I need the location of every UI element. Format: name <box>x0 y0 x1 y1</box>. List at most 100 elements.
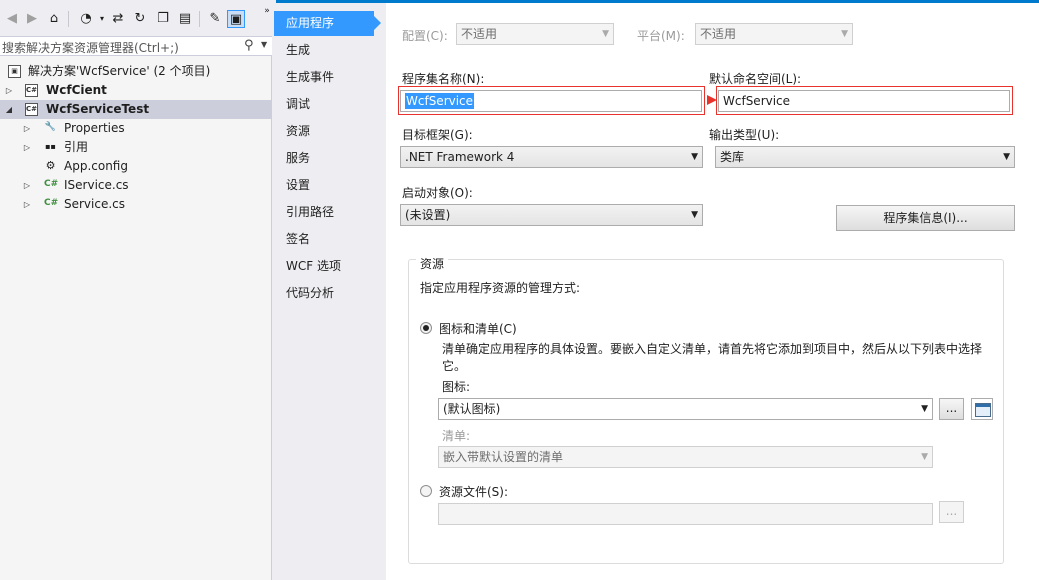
nav-services[interactable]: 服务 <box>276 146 372 171</box>
icon-manifest-radio-label[interactable]: 图标和清单(C) <box>439 320 517 337</box>
tree-item-service[interactable]: ▷ C# Service.cs <box>0 195 271 214</box>
resource-file-browse-button[interactable]: ... <box>939 501 964 523</box>
chevron-down-icon: ▼ <box>921 404 928 414</box>
back-icon[interactable]: ◀ <box>3 10 21 28</box>
platform-select[interactable]: 不适用 ▼ <box>695 23 853 45</box>
project-properties: 应用程序 生成 生成事件 调试 资源 服务 设置 引用路径 签名 WCF 选项 … <box>274 0 1039 580</box>
tree-item-label: Service.cs <box>64 197 126 211</box>
icon-manifest-radio[interactable] <box>420 322 432 334</box>
icon-preview-icon <box>971 398 993 420</box>
solution-icon: ▣ <box>8 65 21 78</box>
application-page: 配置(C): 不适用 ▼ 平台(M): 不适用 ▼ 程序集名称(N): WcfS… <box>386 3 1039 580</box>
chevron-down-icon: ▼ <box>1003 152 1010 162</box>
tree-item-wcfservicetest[interactable]: ◢ C# WcfServiceTest <box>0 100 271 119</box>
nav-build[interactable]: 生成 <box>276 38 372 63</box>
expand-arrow-icon[interactable]: ▷ <box>22 195 32 214</box>
target-framework-label: 目标框架(G): <box>402 128 473 142</box>
toolbar-separator <box>199 11 200 27</box>
startup-object-select[interactable]: (未设置) ▼ <box>400 204 703 226</box>
assembly-name-label: 程序集名称(N): <box>402 72 485 86</box>
platform-value: 不适用 <box>700 27 737 41</box>
csharp-file-icon: C# <box>44 198 59 208</box>
tree-item-wcfcient[interactable]: ▷ C# WcfCient <box>0 81 271 100</box>
solution-explorer-search[interactable]: 搜索解决方案资源管理器(Ctrl+;) ⚲ ▼ <box>0 36 272 56</box>
target-framework-value: .NET Framework 4 <box>405 150 515 164</box>
forward-icon[interactable]: ▶ <box>23 10 41 28</box>
tree-item-properties[interactable]: ▷ 🔧 Properties <box>0 119 271 138</box>
icon-select[interactable]: (默认图标) ▼ <box>438 398 933 420</box>
platform-label: 平台(M): <box>637 29 685 43</box>
nav-signing[interactable]: 签名 <box>276 227 372 252</box>
csharp-project-icon: C# <box>25 103 38 116</box>
nav-application[interactable]: 应用程序 <box>274 11 381 36</box>
resources-group-title: 资源 <box>416 255 449 272</box>
nav-debug[interactable]: 调试 <box>276 92 372 117</box>
chevron-down-icon: ▼ <box>691 152 698 162</box>
manifest-value: 嵌入带默认设置的清单 <box>443 450 564 464</box>
nav-settings[interactable]: 设置 <box>276 173 372 198</box>
refresh-icon[interactable]: ↻ <box>131 10 149 28</box>
chevron-down-icon: ▼ <box>691 210 698 220</box>
icon-value: (默认图标) <box>443 402 501 416</box>
nav-reference-paths[interactable]: 引用路径 <box>276 200 372 225</box>
tree-item-app-config[interactable]: ⚙ App.config <box>0 157 271 176</box>
assembly-info-button[interactable]: 程序集信息(I)... <box>836 205 1015 231</box>
resource-file-radio[interactable] <box>420 485 432 497</box>
config-value: 不适用 <box>461 27 498 41</box>
preview-selected-icon[interactable]: ▣ <box>227 10 245 28</box>
tree-item-label: WcfCient <box>46 83 107 97</box>
tree-item-iservice[interactable]: ▷ C# IService.cs <box>0 176 271 195</box>
output-type-select[interactable]: 类库 ▼ <box>715 146 1015 168</box>
toolbar-separator <box>68 11 69 27</box>
csharp-file-icon: C# <box>44 179 59 189</box>
manifest-select[interactable]: 嵌入带默认设置的清单 ▼ <box>438 446 933 468</box>
collapse-arrow-icon[interactable]: ◢ <box>4 100 14 119</box>
expand-arrow-icon[interactable]: ▷ <box>22 119 32 138</box>
solution-explorer: ◀ ▶ ⌂ ◔ ▾ ⇄ ↻ ❐ ▤ ✎ ▣ » 搜索解决方案资源管理器(Ctrl… <box>0 0 272 580</box>
icon-browse-button[interactable]: ... <box>939 398 964 420</box>
references-icon: ▪▪ <box>45 142 56 151</box>
tree-item-label: App.config <box>64 159 128 173</box>
default-namespace-label: 默认命名空间(L): <box>709 72 802 86</box>
icon-label: 图标: <box>442 380 471 394</box>
resource-file-input[interactable] <box>438 503 933 525</box>
config-select[interactable]: 不适用 ▼ <box>456 23 614 45</box>
solution-explorer-toolbar: ◀ ▶ ⌂ ◔ ▾ ⇄ ↻ ❐ ▤ ✎ ▣ » <box>0 0 272 36</box>
resource-file-radio-label[interactable]: 资源文件(S): <box>439 483 508 500</box>
properties-wrench-icon[interactable]: ✎ <box>206 10 224 28</box>
nav-code-analysis[interactable]: 代码分析 <box>276 281 372 306</box>
search-placeholder: 搜索解决方案资源管理器(Ctrl+;) <box>2 41 179 55</box>
search-dropdown-icon[interactable]: ▼ <box>261 40 267 49</box>
home-icon[interactable]: ⌂ <box>45 10 63 28</box>
tree-item-label: Properties <box>64 121 125 135</box>
icon-manifest-description-line1: 清单确定应用程序的具体设置。要嵌入自定义清单，请首先将它添加到项目中，然后从以下… <box>442 342 983 356</box>
target-framework-select[interactable]: .NET Framework 4 ▼ <box>400 146 703 168</box>
collapse-all-icon[interactable]: ❐ <box>154 10 172 28</box>
nav-resources[interactable]: 资源 <box>276 119 372 144</box>
tree-item-label: 解决方案'WcfService' (2 个项目) <box>28 64 211 78</box>
tree-item-label: WcfServiceTest <box>46 102 150 116</box>
expand-arrow-icon[interactable]: ▷ <box>22 138 32 157</box>
nav-wcf-options[interactable]: WCF 选项 <box>276 254 372 279</box>
startup-object-value: (未设置) <box>405 208 451 222</box>
show-all-files-icon[interactable]: ▤ <box>176 10 194 28</box>
wrench-icon: 🔧 <box>44 122 57 132</box>
manifest-label: 清单: <box>442 429 471 443</box>
assembly-name-value: WcfService <box>405 93 475 109</box>
search-icon[interactable]: ⚲ <box>244 38 254 53</box>
tree-item-references[interactable]: ▷ ▪▪ 引用 <box>0 138 271 157</box>
config-file-icon: ⚙ <box>45 159 56 172</box>
tree-item-solution[interactable]: ▣ 解决方案'WcfService' (2 个项目) <box>0 62 271 81</box>
resources-description: 指定应用程序资源的管理方式: <box>420 281 581 295</box>
chevron-down-icon: ▼ <box>921 452 928 462</box>
nav-build-events[interactable]: 生成事件 <box>276 65 372 90</box>
default-namespace-input[interactable]: WcfService <box>718 90 1010 112</box>
default-namespace-value: WcfService <box>723 94 791 108</box>
config-label: 配置(C): <box>402 29 448 43</box>
chevron-down-icon: ▼ <box>841 29 848 39</box>
csharp-project-icon: C# <box>25 84 38 97</box>
expand-arrow-icon[interactable]: ▷ <box>22 176 32 195</box>
assembly-name-input[interactable]: WcfService <box>400 90 702 112</box>
expand-arrow-icon[interactable]: ▷ <box>4 81 14 100</box>
sync-icon[interactable]: ⇄ <box>109 10 127 28</box>
